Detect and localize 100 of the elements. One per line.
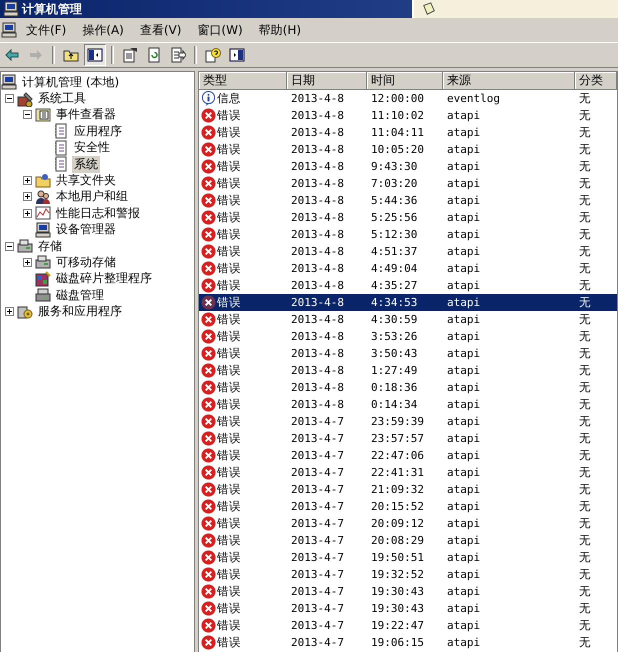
table-cell-text: 22:41:31 [370, 465, 425, 481]
table-cell-text: atapi [446, 516, 482, 532]
table-row[interactable]: 错误 2013-4-7 19:30:43 atapi 无 [199, 583, 617, 600]
table-cell-text: 19:30:43 [370, 601, 425, 617]
table-row[interactable]: 错误 2013-4-7 19:50:51 atapi 无 [199, 549, 617, 566]
expand-toggle[interactable] [23, 176, 32, 186]
table-cell-text: atapi [446, 329, 482, 345]
table-row[interactable]: 错误 2013-4-7 23:57:57 atapi 无 [199, 430, 617, 447]
table-cell-text: 2013-4-7 [290, 601, 345, 617]
table-cell-text: 无 [578, 549, 592, 566]
expand-toggle[interactable] [5, 307, 14, 316]
table-row[interactable]: 错误 2013-4-7 21:09:32 atapi 无 [199, 481, 617, 498]
table-row[interactable]: 错误 2013-4-7 19:30:43 atapi 无 [199, 600, 617, 617]
table-row[interactable]: 错误 2013-4-8 5:25:56 atapi 无 [199, 209, 617, 226]
table-row[interactable]: 信息 2013-4-8 12:00:00 eventlog 无 [199, 90, 617, 107]
menu-item[interactable]: 窗口(W) [189, 22, 251, 38]
expand-toggle[interactable] [23, 192, 32, 202]
table-row[interactable]: 错误 2013-4-8 4:34:53 atapi 无 [199, 294, 617, 311]
menu-item[interactable]: 文件(F) [18, 22, 74, 38]
table-cell: 错误 [217, 277, 241, 294]
table-cell-text: 4:30:59 [370, 312, 418, 328]
menu-item[interactable]: 帮助(H) [250, 22, 310, 38]
table-row[interactable]: 错误 2013-4-8 4:30:59 atapi 无 [199, 311, 617, 328]
column-header[interactable]: 日期 [287, 72, 367, 90]
log-book-icon [53, 123, 69, 140]
table-cell-text: 4:35:27 [370, 278, 418, 294]
table-row[interactable]: 错误 2013-4-8 11:10:02 atapi 无 [199, 107, 617, 124]
table-cell-text: 无 [578, 328, 592, 345]
table-row[interactable]: 错误 2013-4-8 1:27:49 atapi 无 [199, 362, 617, 379]
table-row[interactable]: 错误 2013-4-7 19:32:52 atapi 无 [199, 566, 617, 583]
column-header[interactable]: 来源 [443, 72, 575, 90]
tree-item[interactable]: 性能日志和警报 [54, 204, 142, 222]
error-icon [201, 159, 216, 174]
menu-item[interactable]: 操作(A) [74, 22, 132, 38]
table-cell-text: 2013-4-7 [290, 465, 345, 481]
table-row[interactable]: 错误 2013-4-8 9:43:30 atapi 无 [199, 158, 617, 175]
properties-icon [122, 47, 138, 63]
table-cell-text: 0:14:34 [370, 397, 418, 413]
table-row[interactable]: 错误 2013-4-8 0:14:34 atapi 无 [199, 396, 617, 413]
table-row[interactable]: 错误 2013-4-8 11:04:11 atapi 无 [199, 124, 617, 141]
table-cell-text: 19:32:52 [370, 567, 425, 583]
table-cell-text: 无 [578, 260, 592, 277]
tree-item[interactable]: 事件查看器 [54, 106, 118, 124]
tree-item[interactable]: 设备管理器 [54, 221, 118, 238]
table-row[interactable]: 错误 2013-4-7 20:09:12 atapi 无 [199, 515, 617, 532]
table-cell: 错误 [217, 379, 241, 396]
table-cell-text: 2013-4-8 [290, 210, 345, 226]
collapse-toggle[interactable] [5, 94, 14, 104]
expand-toggle[interactable] [23, 208, 32, 218]
collapse-toggle[interactable] [5, 242, 14, 251]
tree-item[interactable]: 磁盘碎片整理程序 [54, 270, 154, 288]
error-icon [201, 380, 216, 395]
table-row[interactable]: 错误 2013-4-7 22:47:06 atapi 无 [199, 447, 617, 464]
table-row[interactable]: 错误 2013-4-7 19:06:15 atapi 无 [199, 634, 617, 651]
tree-item[interactable]: 存储 [36, 238, 64, 255]
table-row[interactable]: 错误 2013-4-8 4:51:37 atapi 无 [199, 243, 617, 260]
table-row[interactable]: 错误 2013-4-8 4:35:27 atapi 无 [199, 277, 617, 294]
table-row[interactable]: 错误 2013-4-8 0:18:36 atapi 无 [199, 379, 617, 396]
error-icon [201, 550, 216, 565]
tree-item[interactable]: 服务和应用程序 [36, 303, 124, 320]
table-row[interactable]: 错误 2013-4-7 22:41:31 atapi 无 [199, 464, 617, 481]
tree-item[interactable]: 可移动存储 [54, 254, 118, 271]
table-row[interactable]: 错误 2013-4-8 4:49:04 atapi 无 [199, 260, 617, 277]
tree-item[interactable]: 磁盘管理 [54, 286, 106, 304]
table-row[interactable]: 错误 2013-4-8 3:50:43 atapi 无 [199, 345, 617, 362]
column-header[interactable]: 类型 [199, 72, 287, 90]
menu-item[interactable]: 查看(V) [132, 22, 190, 38]
table-cell-text: atapi [446, 108, 482, 124]
column-header[interactable]: 时间 [367, 72, 443, 90]
table-row[interactable]: 错误 2013-4-7 19:22:47 atapi 无 [199, 617, 617, 634]
refresh-icon [146, 47, 162, 63]
tree-item[interactable]: 安全性 [72, 139, 112, 156]
tree-item[interactable]: 计算机管理 (本地) [20, 74, 122, 91]
error-icon [201, 176, 216, 191]
table-cell-text: 22:47:06 [370, 448, 425, 464]
help-icon [205, 47, 221, 63]
table-row[interactable]: 错误 2013-4-7 23:59:39 atapi 无 [199, 413, 617, 430]
table-cell-text: 2013-4-7 [290, 567, 345, 583]
tree-item[interactable]: 系统工具 [36, 90, 88, 108]
toolbar-button[interactable] [84, 44, 106, 66]
table-cell: 错误 [217, 430, 241, 447]
table-row[interactable]: 错误 2013-4-7 20:08:29 atapi 无 [199, 532, 617, 549]
table-row[interactable]: 错误 2013-4-8 5:12:30 atapi 无 [199, 226, 617, 243]
collapse-toggle[interactable] [23, 110, 32, 120]
table-row[interactable]: 错误 2013-4-8 10:05:20 atapi 无 [199, 141, 617, 158]
tree-item[interactable]: 共享文件夹 [54, 172, 118, 190]
table-cell: 错误 [217, 549, 241, 566]
tree-item[interactable]: 应用程序 [72, 122, 124, 140]
table-row[interactable]: 错误 2013-4-8 7:03:20 atapi 无 [199, 175, 617, 192]
table-cell-text: atapi [446, 312, 482, 328]
column-header[interactable]: 分类 [575, 72, 617, 90]
table-cell-text: 2013-4-7 [290, 482, 345, 498]
table-cell-text: atapi [446, 584, 482, 600]
tree-item[interactable]: 系统 [72, 156, 100, 173]
table-row[interactable]: 错误 2013-4-7 20:15:52 atapi 无 [199, 498, 617, 515]
table-row[interactable]: 错误 2013-4-8 3:53:26 atapi 无 [199, 328, 617, 345]
table-cell-text: 21:09:32 [370, 482, 425, 498]
expand-toggle[interactable] [23, 258, 32, 267]
tree-item[interactable]: 本地用户和组 [54, 188, 130, 206]
table-row[interactable]: 错误 2013-4-8 5:44:36 atapi 无 [199, 192, 617, 209]
